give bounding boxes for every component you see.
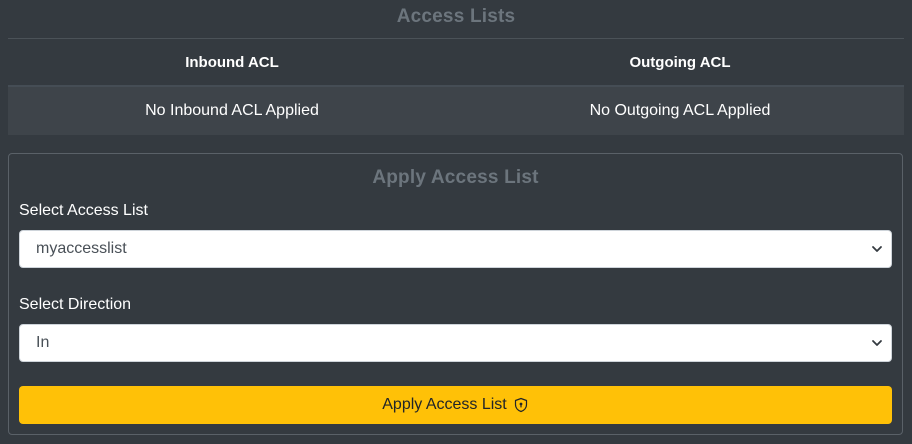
acl-table-header: Inbound ACL Outgoing ACL [8,39,904,87]
table-row: No Inbound ACL Applied No Outgoing ACL A… [8,87,904,135]
chevron-down-icon [872,246,882,252]
apply-button-label: Apply Access List [382,396,507,413]
access-list-page: Access Lists Inbound ACL Outgoing ACL No… [0,0,912,444]
apply-access-list-card: Apply Access List Select Access List mya… [8,153,903,435]
chevron-down-icon [872,340,882,346]
acl-table: Inbound ACL Outgoing ACL No Inbound ACL … [8,39,904,135]
direction-select-value: In [36,334,50,351]
select-direction-label: Select Direction [19,296,132,313]
apply-access-list-button[interactable]: Apply Access List [19,386,892,424]
outgoing-acl-value: No Outgoing ACL Applied [589,102,771,119]
inbound-acl-value: No Inbound ACL Applied [145,102,319,119]
direction-select[interactable]: In [19,324,892,362]
apply-access-list-title: Apply Access List [372,167,539,188]
select-access-list-label: Select Access List [19,202,148,219]
access-list-select-value: myaccesslist [36,240,127,257]
access-lists-title: Access Lists [396,6,516,27]
outgoing-acl-header: Outgoing ACL [629,53,731,71]
access-list-select[interactable]: myaccesslist [19,230,892,268]
shield-lock-icon [514,397,527,413]
inbound-acl-header: Inbound ACL [185,53,279,71]
